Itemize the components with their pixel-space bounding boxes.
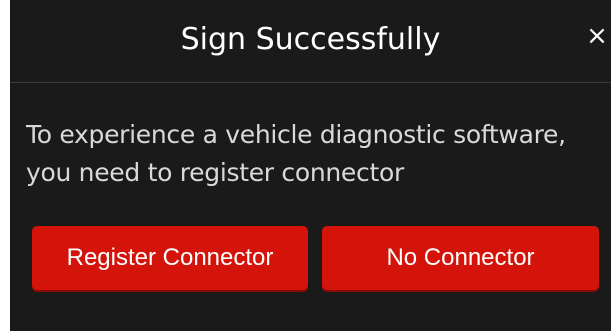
header-divider bbox=[10, 82, 611, 83]
close-icon[interactable]: × bbox=[585, 20, 609, 52]
dialog-title: Sign Successfully bbox=[180, 22, 441, 57]
no-connector-button[interactable]: No Connector bbox=[322, 226, 599, 290]
register-connector-button[interactable]: Register Connector bbox=[32, 226, 308, 290]
dialog-message: To experience a vehicle diagnostic softw… bbox=[26, 120, 566, 187]
sign-success-dialog: Sign Successfully × To experience a vehi… bbox=[10, 0, 611, 331]
dialog-header: Sign Successfully × bbox=[10, 0, 611, 82]
